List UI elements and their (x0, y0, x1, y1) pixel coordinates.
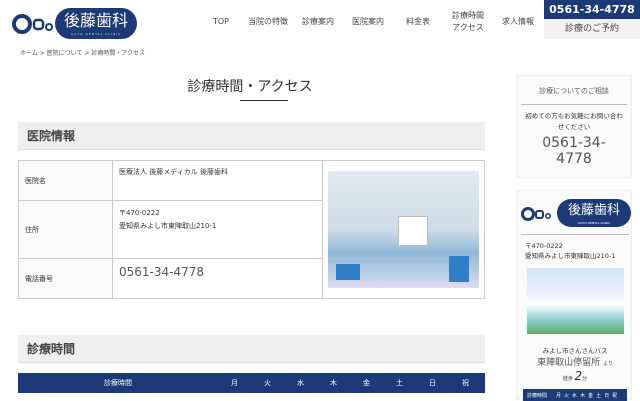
hours-table-header: 診療時間 月 火 水 木 金 土 日 祝 (18, 373, 485, 393)
consult-title: 診療についてのご相談 (521, 76, 627, 105)
breadcrumb-current: 診療時間・アクセス (91, 50, 146, 57)
walk-unit: 分 (582, 376, 588, 382)
nav-treatment[interactable]: 診療案内 (298, 16, 338, 28)
walk-minutes: 2 (574, 369, 583, 383)
side-address: 〒470-0222 愛知県みよし市東陣取山210-1 (525, 242, 616, 260)
mini-col: 祝 (612, 392, 618, 399)
col-day: 火 (264, 379, 271, 387)
row-label: 電話番号 (18, 258, 113, 299)
mini-col: 土 (596, 392, 602, 399)
mini-col: 木 (580, 392, 586, 399)
side-logo: 後藤歯科 GOTO DENTAL CLINIC (557, 199, 631, 227)
col-day: 水 (297, 379, 304, 387)
reserve-button[interactable]: 診療のご予約 (544, 19, 640, 39)
walk-time: 徒歩 2分 (517, 369, 633, 383)
row-label: 医院名 (18, 160, 113, 201)
nav-features[interactable]: 当院の特徴 (246, 16, 290, 28)
bus-stop: 東陣取山停留所 より (517, 355, 633, 368)
title-underline (240, 100, 288, 101)
section-heading-info: 医院情報 (18, 122, 485, 150)
breadcrumb-about[interactable]: 医院について (47, 50, 83, 57)
mini-col: 金 (588, 392, 594, 399)
breadcrumb: ホーム > 医院について > 診療時間・アクセス (20, 50, 146, 57)
clinic-interior-photo (328, 171, 479, 288)
col-hours: 診療時間 (104, 379, 132, 387)
logo-text: 後藤歯科 (63, 11, 128, 30)
consult-box: 診療についてのご相談 初めての方もお気軽にお問い合わせください 0561-34-… (516, 75, 632, 178)
walk-label: 徒歩 (562, 376, 573, 382)
mini-col: 診療時間 (527, 392, 548, 399)
col-day: 祝 (462, 379, 469, 387)
access-box: 後藤歯科 GOTO DENTAL CLINIC 〒470-0222 愛知県みよし市… (516, 190, 633, 401)
mini-col: 日 (604, 392, 610, 399)
consult-phone[interactable]: 0561-34-4778 (517, 135, 631, 167)
bus-yori: より (602, 361, 613, 367)
logo-pill[interactable]: 後藤歯科 GOTO DENTAL CLINIC (55, 8, 137, 39)
side-logo-sub: GOTO DENTAL CLINIC (577, 221, 611, 225)
info-table: 医院名 医療法人 後藤メディカル 後藤歯科 住所 〒470-0222 愛知県みよし市… (18, 160, 485, 299)
row-value: 〒470-0222 愛知県みよし市東陣取山210-1 (112, 200, 323, 259)
logo-sub: GOTO DENTAL CLINIC (70, 32, 122, 36)
nav-recruit[interactable]: 求人情報 (498, 16, 538, 28)
logo-mark-icon (12, 14, 53, 34)
row-value: 医療法人 後藤メディカル 後藤歯科 (112, 160, 323, 201)
page-title: 診療時間・アクセス (187, 79, 313, 95)
nav-top[interactable]: TOP (208, 16, 234, 28)
clinic-exterior-photo (527, 268, 624, 334)
nav-hours-access[interactable]: 診療時間 アクセス (446, 10, 490, 34)
nav-clinic[interactable]: 医院案内 (348, 16, 388, 28)
nav-fees[interactable]: 料金表 (400, 16, 436, 28)
mini-col: 水 (572, 392, 578, 399)
photo-cell (322, 160, 485, 299)
row-label: 住所 (18, 200, 113, 259)
consult-text: 初めての方もお気軽にお問い合わせください (525, 112, 623, 131)
header-phone[interactable]: 0561-34-4778 (544, 0, 640, 19)
col-day: 木 (330, 379, 337, 387)
breadcrumb-home[interactable]: ホーム (20, 50, 38, 57)
side-logo-text: 後藤歯科 (567, 203, 620, 218)
col-day: 月 (231, 379, 238, 387)
logo-mark-icon (521, 207, 552, 221)
mini-col: 火 (564, 392, 570, 399)
bus-line: みよし市さんさんバス (542, 347, 608, 355)
bus-stop-name: 東陣取山停留所 (537, 358, 601, 368)
logo[interactable] (12, 12, 54, 36)
col-day: 土 (396, 379, 403, 387)
row-phone[interactable]: 0561-34-4778 (112, 258, 323, 299)
col-day: 金 (363, 379, 370, 387)
section-heading-hours: 診療時間 (18, 335, 485, 363)
mini-col: 月 (556, 392, 562, 399)
col-day: 日 (429, 379, 436, 387)
side-hours-header: 診療時間 月火水木金土日祝 (523, 389, 627, 401)
